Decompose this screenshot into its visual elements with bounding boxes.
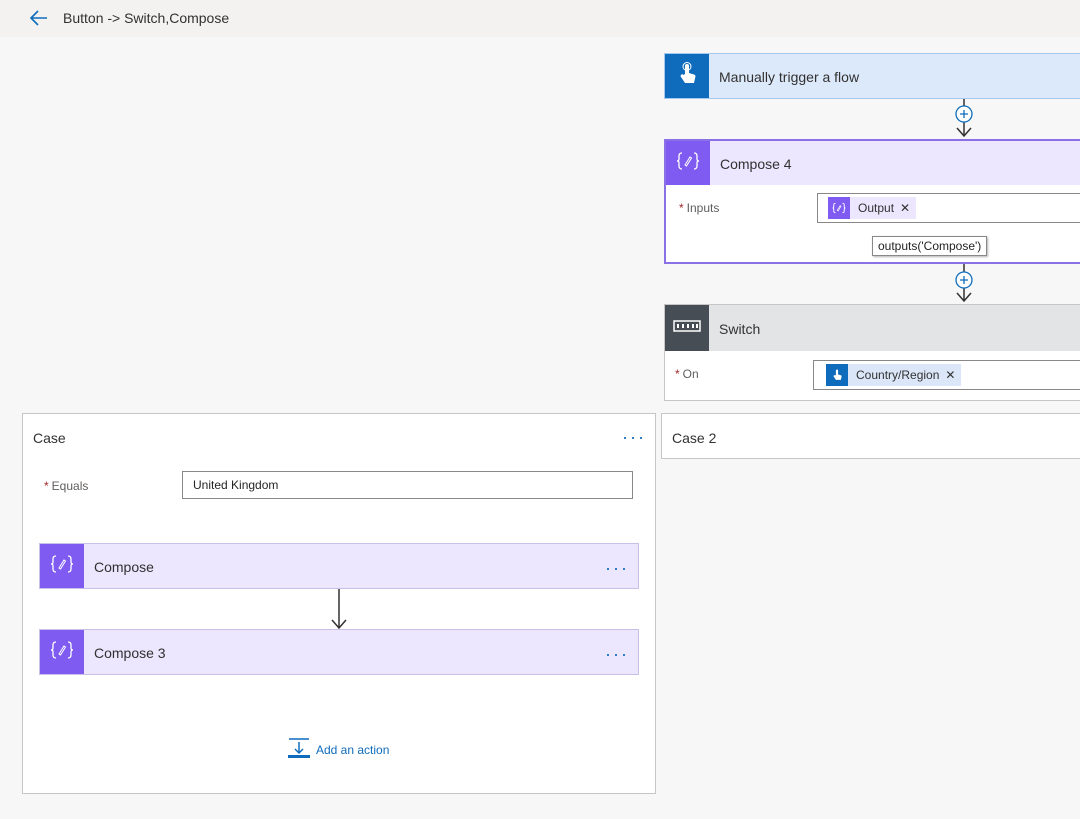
compose-action-title: Compose [94,559,154,575]
output-token[interactable]: Output ✕ [828,197,917,219]
compose-braces-icon [676,151,700,176]
compose3-action-card[interactable]: Compose 3 ··· [39,629,639,675]
remove-token-icon[interactable]: ✕ [945,368,961,382]
compose-menu-icon[interactable]: ··· [605,559,629,577]
compose4-icon-box [666,141,710,185]
back-arrow-icon[interactable] [28,8,50,28]
equals-value: United Kingdom [193,478,279,492]
case2-card[interactable]: Case 2 [661,413,1080,459]
switch-card[interactable]: Switch * On Country/Region ✕ [664,304,1080,401]
tooltip-text: outputs('Compose') [878,239,982,253]
trigger-icon-box [665,54,709,98]
action-connector [329,589,349,630]
insert-step-connector[interactable] [954,264,974,304]
insert-step-connector[interactable] [954,99,974,139]
output-token-label: Output [858,201,895,215]
equals-label: * Equals [44,479,89,493]
compose-icon-box [40,544,84,588]
compose4-card[interactable]: Compose 4 * Inputs Output ✕ outputs('Comp… [664,139,1080,264]
case-card[interactable]: Case ··· * Equals United Kingdom Compose … [22,413,656,794]
trigger-card[interactable]: Manually trigger a flow [664,53,1080,99]
case-title: Case [33,430,66,446]
compose-braces-icon [828,197,850,219]
case-menu-icon[interactable]: ··· [622,428,646,446]
touch-hand-icon [676,61,698,91]
compose-braces-icon [50,640,74,665]
switch-title: Switch [719,321,761,337]
on-label: * On [675,367,699,381]
add-action-button[interactable]: Add an action [288,737,390,764]
compose4-header[interactable]: Compose 4 [666,141,1080,185]
compose3-icon-box [40,630,84,674]
inputs-field[interactable]: Output ✕ [817,193,1080,223]
top-bar: Button -> Switch,Compose [0,0,1080,37]
compose3-menu-icon[interactable]: ··· [605,645,629,663]
trigger-title: Manually trigger a flow [719,69,860,85]
country-region-token-label: Country/Region [856,368,940,382]
switch-icon [673,319,701,337]
remove-token-icon[interactable]: ✕ [900,201,916,215]
switch-icon-box [665,305,709,351]
breadcrumb: Button -> Switch,Compose [63,10,230,26]
compose-braces-icon [50,554,74,579]
compose-action-card[interactable]: Compose ··· [39,543,639,589]
compose4-title: Compose 4 [720,156,792,172]
inputs-label: * Inputs [679,201,720,215]
add-action-icon [288,737,310,764]
on-field[interactable]: Country/Region ✕ [813,360,1080,390]
compose3-action-title: Compose 3 [94,645,166,661]
switch-header[interactable]: Switch [665,305,1080,351]
touch-hand-icon [826,364,848,386]
country-region-token[interactable]: Country/Region ✕ [826,364,962,386]
add-action-label: Add an action [316,743,390,757]
equals-field[interactable]: United Kingdom [182,471,633,499]
case2-title: Case 2 [672,430,717,446]
token-tooltip: outputs('Compose') [872,236,988,256]
